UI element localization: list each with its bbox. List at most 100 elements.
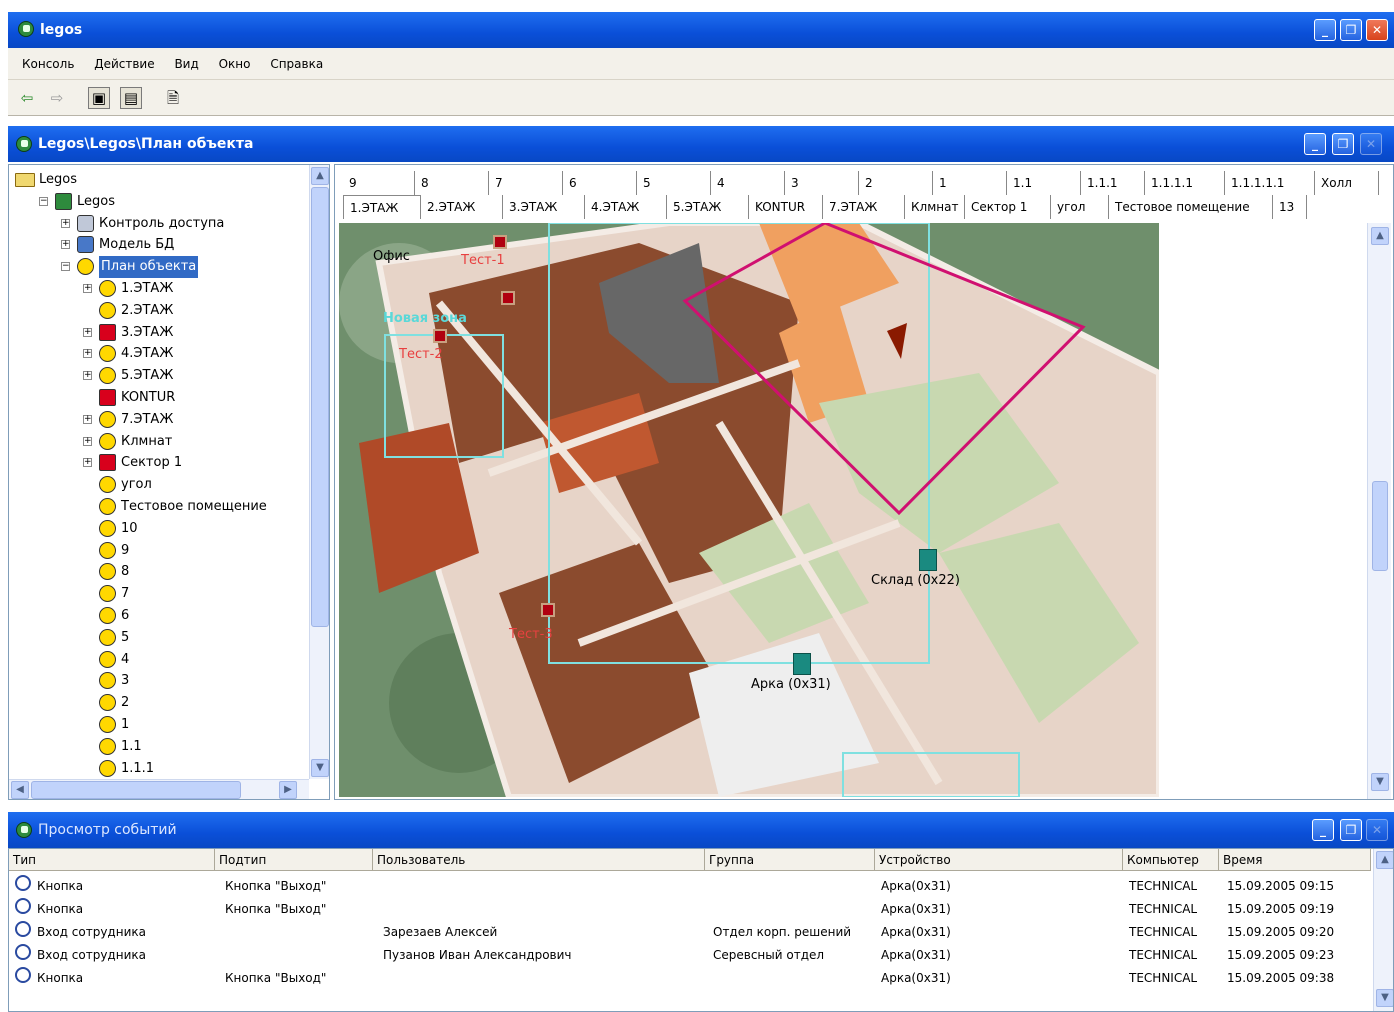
- tree-item[interactable]: 3: [9, 670, 309, 692]
- events-scroll-down[interactable]: ▼: [1376, 989, 1393, 1007]
- event-row[interactable]: Кнопка Кнопка "Выход" Арка(0x31) TECHNICAL 1…: [9, 875, 1371, 898]
- events-minimize-button[interactable]: _: [1312, 819, 1334, 841]
- event-row[interactable]: Кнопка Кнопка "Выход" Арка(0x31) TECHNICAL 1…: [9, 898, 1371, 921]
- expand-toggle-icon[interactable]: +: [83, 327, 92, 337]
- floor-tab[interactable]: 4.ЭТАЖ: [585, 195, 667, 219]
- minimize-button[interactable]: _: [1314, 19, 1336, 41]
- tree-item[interactable]: 2: [9, 692, 309, 714]
- device-marker-sklad[interactable]: [919, 549, 937, 571]
- app-title-bar[interactable]: legos _ ❐ ✕: [8, 12, 1394, 48]
- floor-tab[interactable]: 7: [489, 171, 563, 195]
- tree-item[interactable]: 1: [9, 714, 309, 736]
- tree-item[interactable]: угол: [9, 474, 309, 496]
- floor-tab[interactable]: угол: [1051, 195, 1109, 219]
- device-marker-new-zone[interactable]: [501, 291, 515, 305]
- expand-toggle-icon[interactable]: +: [83, 436, 92, 446]
- tree-item[interactable]: + Сектор 1: [9, 452, 309, 474]
- tree-item[interactable]: 10: [9, 518, 309, 540]
- tree-item[interactable]: − План объекта: [9, 256, 309, 279]
- floor-tab[interactable]: Холл: [1315, 171, 1379, 195]
- column-header-computer[interactable]: Компьютер: [1123, 849, 1219, 871]
- tree-item[interactable]: 7: [9, 583, 309, 605]
- floor-tab[interactable]: 4: [711, 171, 785, 195]
- map-vertical-scrollbar[interactable]: ▲ ▼: [1367, 223, 1391, 799]
- forward-arrow-icon[interactable]: ⇨: [46, 87, 68, 109]
- floor-tab[interactable]: 1: [933, 171, 1007, 195]
- map-scroll-up[interactable]: ▲: [1371, 227, 1389, 245]
- tree-item[interactable]: 5: [9, 627, 309, 649]
- floor-tab[interactable]: Сектор 1: [965, 195, 1051, 219]
- device-marker-test2[interactable]: [433, 329, 447, 343]
- floor-tab[interactable]: 7.ЭТАЖ: [823, 195, 905, 219]
- floor-tab[interactable]: 1.1.1.1.1: [1225, 171, 1315, 195]
- device-marker-test3[interactable]: [541, 603, 555, 617]
- column-header-subtype[interactable]: Подтип: [215, 849, 373, 871]
- column-header-group[interactable]: Группа: [705, 849, 875, 871]
- floor-tab[interactable]: 1.1: [1007, 171, 1081, 195]
- tree-item[interactable]: +1.ЭТАЖ: [9, 278, 309, 300]
- tree-item[interactable]: +3.ЭТАЖ: [9, 322, 309, 344]
- map-scroll-thumb[interactable]: [1372, 481, 1388, 571]
- tree-scroll-down[interactable]: ▼: [311, 759, 329, 777]
- up-folder-icon[interactable]: ▣: [88, 87, 110, 109]
- floor-tab[interactable]: Тестовое помещение: [1109, 195, 1273, 219]
- tree-horizontal-scrollbar[interactable]: ◀ ▶: [9, 779, 309, 799]
- floor-tab[interactable]: 3.ЭТАЖ: [503, 195, 585, 219]
- tree-item[interactable]: + Клмнат: [9, 431, 309, 453]
- restore-button[interactable]: ❐: [1340, 19, 1362, 41]
- floor-tab[interactable]: 2: [859, 171, 933, 195]
- tree-item[interactable]: +4.ЭТАЖ: [9, 343, 309, 365]
- floor-tab[interactable]: 2.ЭТАЖ: [421, 195, 503, 219]
- menu-help[interactable]: Справка: [262, 52, 331, 76]
- expand-toggle-icon[interactable]: +: [83, 284, 92, 293]
- floor-tab[interactable]: 5: [637, 171, 711, 195]
- device-marker-test1[interactable]: [493, 235, 507, 249]
- tree-item[interactable]: Тестовое помещение: [9, 496, 309, 518]
- events-window-title-bar[interactable]: Просмотр событий _ ❐ ✕: [8, 812, 1394, 848]
- expand-toggle-icon[interactable]: −: [39, 196, 48, 206]
- device-marker-arka[interactable]: [793, 653, 811, 675]
- floor-tab[interactable]: 13: [1273, 195, 1307, 219]
- floor-tab[interactable]: 9: [343, 171, 415, 195]
- tree-item[interactable]: 8: [9, 561, 309, 583]
- tree-scroll-left[interactable]: ◀: [11, 781, 29, 799]
- tree-item[interactable]: 6: [9, 605, 309, 627]
- tree-item[interactable]: 4: [9, 649, 309, 671]
- tree-item[interactable]: + Контроль доступа: [9, 213, 309, 235]
- column-header-time[interactable]: Время: [1219, 849, 1371, 871]
- floor-tab[interactable]: 1.1.1: [1081, 171, 1145, 195]
- column-header-type[interactable]: Тип: [9, 849, 215, 871]
- floor-tab[interactable]: 1.ЭТАЖ: [343, 195, 421, 219]
- event-row[interactable]: Кнопка Кнопка "Выход" Арка(0x31) TECHNICAL 1…: [9, 967, 1371, 990]
- floor-tab[interactable]: KONTUR: [749, 195, 823, 219]
- expand-toggle-icon[interactable]: +: [83, 371, 92, 381]
- map-scroll-down[interactable]: ▼: [1371, 773, 1389, 791]
- close-button[interactable]: ✕: [1366, 19, 1388, 41]
- expand-toggle-icon[interactable]: +: [83, 458, 92, 468]
- floor-plan-map[interactable]: Офис Тест-1 Новая зона Тест-2 Тест-3 Скл…: [339, 223, 1159, 797]
- event-row[interactable]: Вход сотрудника Зарезаев Алексей Отдел кор…: [9, 921, 1371, 944]
- show-tree-icon[interactable]: ▤: [120, 87, 142, 109]
- expand-toggle-icon[interactable]: +: [83, 349, 92, 359]
- tree-item[interactable]: 2.ЭТАЖ: [9, 300, 309, 322]
- tree-hscroll-thumb[interactable]: [31, 781, 241, 799]
- plan-minimize-button[interactable]: _: [1304, 133, 1326, 155]
- tree-item[interactable]: +5.ЭТАЖ: [9, 365, 309, 387]
- events-restore-button[interactable]: ❐: [1340, 819, 1362, 841]
- column-header-user[interactable]: Пользователь: [373, 849, 705, 871]
- expand-toggle-icon[interactable]: −: [61, 262, 70, 272]
- floor-tab[interactable]: 1.1.1.1: [1145, 171, 1225, 195]
- expand-toggle-icon[interactable]: +: [61, 240, 70, 250]
- floor-tab[interactable]: 5.ЭТАЖ: [667, 195, 749, 219]
- tree-scroll-thumb[interactable]: [311, 187, 329, 627]
- tree-item[interactable]: 9: [9, 540, 309, 562]
- plan-close-button[interactable]: ✕: [1360, 133, 1382, 155]
- tree-item[interactable]: KONTUR: [9, 387, 309, 409]
- column-header-device[interactable]: Устройство: [875, 849, 1123, 871]
- back-arrow-icon[interactable]: ⇦: [16, 87, 38, 109]
- event-row[interactable]: Вход сотрудника Пузанов Иван Александрови…: [9, 944, 1371, 967]
- events-close-button[interactable]: ✕: [1366, 819, 1388, 841]
- tree-scroll-right[interactable]: ▶: [279, 781, 297, 799]
- tree-vertical-scrollbar[interactable]: ▲ ▼: [309, 165, 329, 779]
- properties-icon[interactable]: 🗎: [162, 87, 184, 109]
